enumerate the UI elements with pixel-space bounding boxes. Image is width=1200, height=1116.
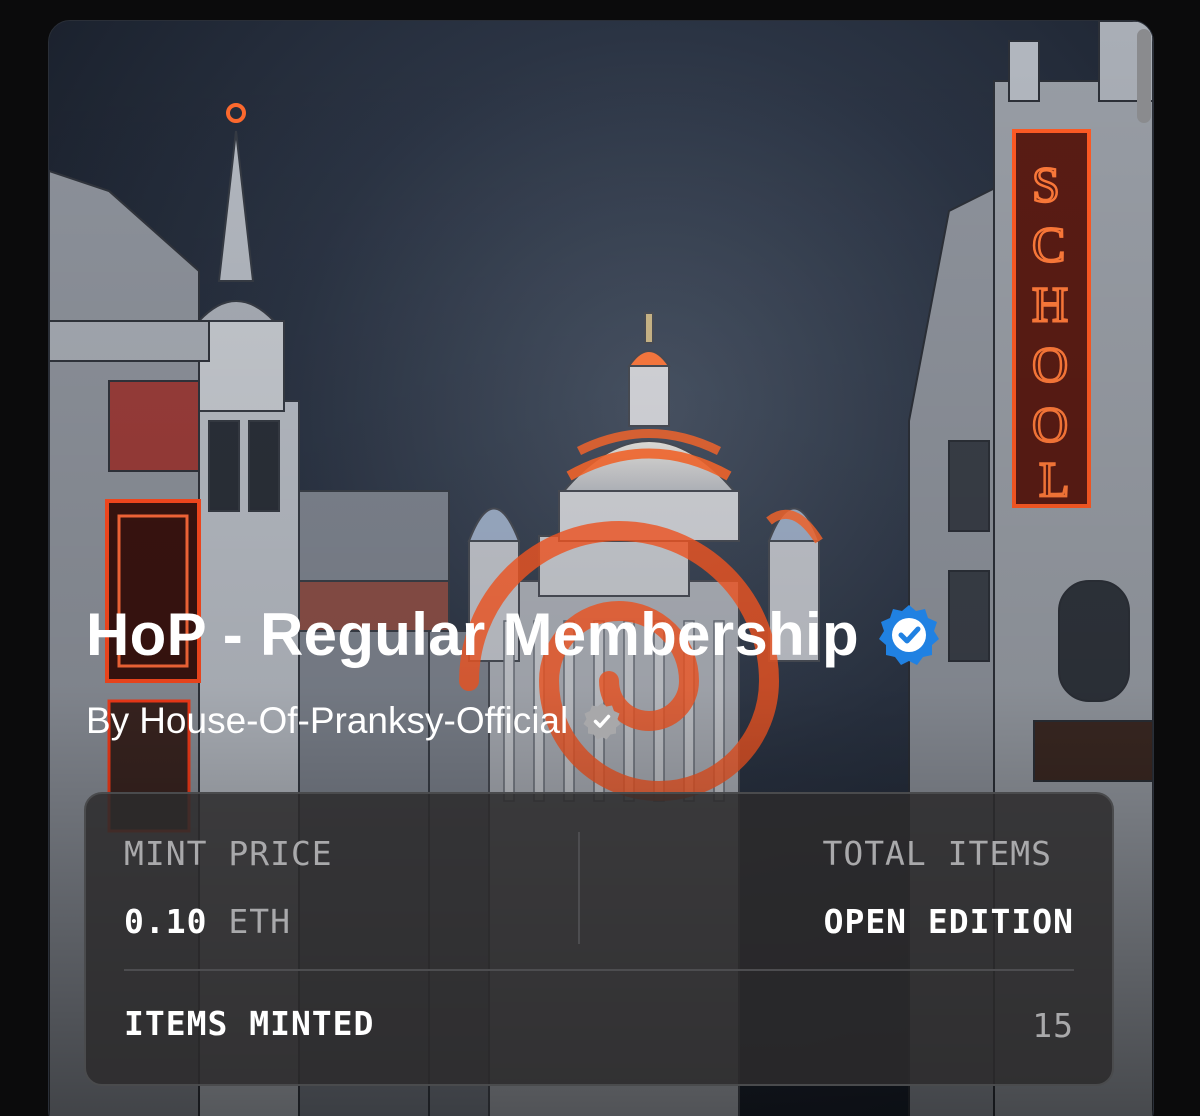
creator-link[interactable]: House-Of-Pranksy-Official xyxy=(139,700,568,742)
total-items-label: TOTAL ITEMS xyxy=(822,834,1052,873)
stats-divider-vertical xyxy=(578,832,580,944)
creator-verified-check-icon xyxy=(583,703,621,740)
scrollbar-thumb[interactable] xyxy=(1137,29,1151,123)
page: S C H O O L HoP - Regular Membership By … xyxy=(0,0,1200,1116)
mint-price-amount: 0.10 xyxy=(124,902,208,941)
mint-price-label: MINT PRICE xyxy=(124,834,333,873)
mint-price-value: 0.10 ETH xyxy=(124,902,291,941)
collection-byline: By House-Of-Pranksy-Official xyxy=(86,700,622,742)
items-minted-value: 15 xyxy=(1032,1006,1074,1045)
byline-prefix: By xyxy=(86,700,130,741)
stats-divider-horizontal xyxy=(124,969,1074,971)
collection-title: HoP - Regular Membership xyxy=(86,601,859,668)
mint-stats-panel: MINT PRICE 0.10 ETH TOTAL ITEMS OPEN EDI… xyxy=(84,792,1114,1086)
items-minted-label: ITEMS MINTED xyxy=(124,1004,375,1043)
mint-price-unit: ETH xyxy=(228,902,291,941)
total-items-value: OPEN EDITION xyxy=(823,902,1074,941)
verified-check-icon xyxy=(878,604,939,665)
collection-title-row: HoP - Regular Membership xyxy=(86,600,941,669)
